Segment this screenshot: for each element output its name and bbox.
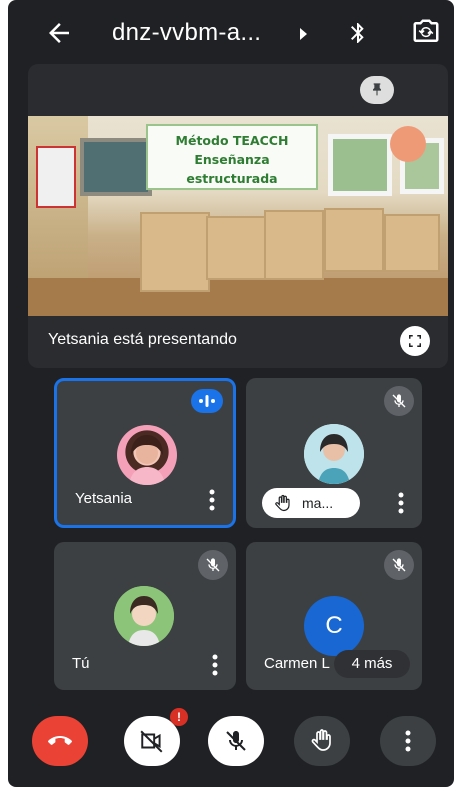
fullscreen-button[interactable] [400,326,430,356]
participant-tile-carmen[interactable]: C Carmen L 4 más [246,542,422,690]
participant-name: Yetsania [75,490,132,507]
classroom-floor [28,278,448,316]
dropdown-triangle-icon[interactable] [300,28,307,40]
camera-off-icon [140,730,163,753]
meeting-code[interactable]: dnz-vvbm-a... [112,19,261,47]
shared-slide: Método TEACCH Enseñanza estructurada [28,116,448,316]
avatar [117,425,177,485]
more-options-icon[interactable] [212,654,218,676]
participant-name: Carmen L [264,655,330,672]
camera-alert-badge: ! [170,708,188,726]
mic-off-icon [226,731,246,751]
orange-circle-decoration [390,126,426,162]
more-options-button[interactable] [380,716,436,766]
classroom-window [328,134,392,196]
raised-hand-pill[interactable]: ma... [262,488,360,518]
more-options-icon[interactable] [209,489,215,511]
participant-name: ma... [302,495,334,511]
participant-tile-self[interactable]: Tú [54,542,236,690]
bluetooth-icon[interactable] [346,18,370,48]
fullscreen-icon [409,335,421,347]
hang-up-icon [48,736,72,745]
classroom-desk [324,208,384,272]
presentation-panel[interactable]: Método TEACCH Enseñanza estructurada Yet… [28,64,448,368]
pin-button[interactable] [360,76,394,104]
presenter-caption: Yetsania está presentando [48,331,237,348]
raise-hand-button[interactable] [294,716,350,766]
avatar-initial: C [304,596,364,656]
top-bar: dnz-vvbm-a... [8,0,454,66]
mic-off-icon [198,550,228,580]
classroom-desk [206,216,266,280]
classroom-screen [80,138,152,196]
participant-name: Tú [72,655,90,672]
classroom-poster [36,146,76,208]
raised-hand-icon [275,494,290,512]
classroom-desk [384,214,440,272]
classroom-desk [140,212,210,292]
meet-screen: dnz-vvbm-a... Método TEACCH Enseñanza es… [8,0,454,787]
avatar [304,424,364,484]
participant-tile-ma[interactable]: ma... [246,378,422,528]
call-controls: ! [8,700,454,787]
more-participants-pill[interactable]: 4 más [334,650,410,678]
end-call-button[interactable] [32,716,88,766]
more-options-icon [405,730,411,752]
more-options-icon[interactable] [398,492,404,514]
slide-title-line: Enseñanza [194,152,270,167]
switch-camera-icon[interactable] [411,17,441,47]
mic-off-icon [384,550,414,580]
avatar [114,586,174,646]
camera-off-button[interactable] [124,716,180,766]
mic-off-button[interactable] [208,716,264,766]
mic-off-icon [384,386,414,416]
slide-title-line: Método TEACCH [175,133,289,148]
pin-icon [373,83,381,96]
raise-hand-icon [311,729,331,751]
participant-tile-yetsania[interactable]: Yetsania [54,378,236,528]
classroom-desk [264,210,324,280]
speaking-indicator-icon [191,389,223,413]
slide-title-line: estructurada [186,171,278,186]
back-arrow-icon[interactable] [44,18,74,48]
slide-title-banner: Método TEACCH Enseñanza estructurada [146,124,318,190]
